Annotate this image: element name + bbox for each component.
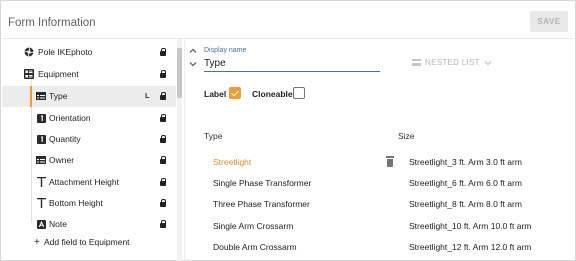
sidebar-item-label: Equipment — [38, 69, 79, 79]
type-cell: Double Arm Crossarm — [213, 242, 297, 252]
sidebar-item-note[interactable]: Note — [2, 214, 176, 235]
table-row[interactable]: Single Phase Transformer Streetlight_6 f… — [185, 173, 576, 194]
chevron-down-icon — [484, 60, 492, 65]
sidebar-item-orientation[interactable]: Orientation — [2, 108, 176, 129]
aperture-icon — [24, 47, 34, 57]
text-box-icon — [36, 219, 46, 229]
grid-icon — [24, 69, 34, 79]
sidebar-item-label: Type — [49, 91, 68, 101]
lock-icon — [160, 199, 166, 207]
type-cell: Streetlight — [213, 157, 252, 167]
sidebar-item-label: Orientation — [49, 113, 91, 123]
column-header-type: Type — [204, 131, 223, 141]
lock-icon — [160, 48, 166, 56]
lock-icon — [160, 114, 166, 122]
page-title: Form Information — [8, 17, 96, 29]
nested-list-icon — [412, 59, 421, 66]
label-checkbox-label: Label — [204, 89, 227, 99]
numeric-box-icon — [36, 113, 46, 123]
table-row[interactable]: Three Phase Transformer Streetlight_8 ft… — [185, 194, 576, 215]
height-icon — [36, 198, 46, 208]
form-information-window: Form Information SAVE Pole IKEphoto Equi… — [0, 0, 576, 261]
plus-icon: + — [34, 237, 40, 248]
type-cell: Single Arm Crossarm — [213, 221, 294, 231]
sidebar-item-pole-ikephoto[interactable]: Pole IKEphoto — [2, 42, 176, 63]
nested-list-dropdown[interactable]: NESTED LIST — [412, 58, 492, 67]
chevron-down-icon[interactable] — [189, 60, 197, 68]
sidebar-item-label: Bottom Height — [49, 198, 103, 208]
lock-icon — [160, 70, 166, 78]
size-cell: Streetlight_8 ft. Arm 8.0 ft arm — [409, 199, 522, 209]
cloneable-checkbox-label: Cloneable — [252, 89, 293, 99]
lock-icon — [160, 178, 166, 186]
table-row[interactable]: Streetlight Streetlight_3 ft. Arm 3.0 ft… — [185, 152, 576, 173]
cloneable-checkbox[interactable] — [293, 87, 305, 99]
trash-icon[interactable] — [386, 156, 394, 167]
lock-icon — [160, 92, 166, 100]
label-checkbox[interactable] — [229, 87, 241, 99]
display-name-input[interactable] — [204, 55, 380, 72]
sidebar: Pole IKEphoto Equipment Type L Orientati… — [2, 39, 184, 261]
sidebar-item-owner[interactable]: Owner — [2, 150, 176, 171]
sidebar-item-equipment[interactable]: Equipment — [2, 64, 176, 85]
size-cell: Streetlight_10 ft. Arm 10.0 ft arm — [409, 221, 532, 231]
scrollbar-thumb[interactable] — [177, 48, 182, 98]
type-cell: Single Phase Transformer — [213, 178, 312, 188]
sidebar-item-label: Attachment Height — [49, 177, 119, 187]
table-row[interactable]: Single Arm Crossarm Streetlight_10 ft. A… — [185, 216, 576, 237]
sidebar-item-attachment-height[interactable]: Attachment Height — [2, 172, 176, 193]
add-field-button[interactable]: + Add field to Equipment — [34, 237, 130, 248]
sidebar-item-label: Pole IKEphoto — [38, 47, 93, 57]
lock-icon — [160, 156, 166, 164]
size-cell: Streetlight_6 ft. Arm 6.0 ft arm — [409, 178, 522, 188]
list-icon — [36, 91, 46, 101]
size-cell: Streetlight_3 ft. Arm 3.0 ft arm — [409, 157, 522, 167]
display-name-label: Display name — [204, 47, 247, 54]
sidebar-item-type[interactable]: Type L — [2, 86, 176, 107]
size-cell: Streetlight_12 ft. Arm 12.0 ft arm — [409, 242, 532, 252]
height-icon — [36, 177, 46, 187]
sidebar-item-label: Quantity — [49, 134, 81, 144]
sidebar-item-bottom-height[interactable]: Bottom Height — [2, 193, 176, 214]
label-badge: L — [145, 91, 150, 100]
nested-list-label: NESTED LIST — [425, 58, 480, 67]
type-cell: Three Phase Transformer — [213, 199, 310, 209]
table-row[interactable]: Double Arm Crossarm Streetlight_12 ft. A… — [185, 237, 576, 258]
save-button[interactable]: SAVE — [530, 11, 568, 32]
add-field-label: Add field to Equipment — [44, 237, 130, 247]
sidebar-item-label: Owner — [49, 155, 75, 165]
chevron-up-icon[interactable] — [189, 47, 197, 55]
lock-icon — [160, 220, 166, 228]
column-header-size: Size — [398, 131, 415, 141]
sidebar-item-label: Note — [49, 219, 67, 229]
numeric-box-icon — [36, 134, 46, 144]
list-icon — [36, 155, 46, 165]
sidebar-item-quantity[interactable]: Quantity — [2, 129, 176, 150]
lock-icon — [160, 135, 166, 143]
